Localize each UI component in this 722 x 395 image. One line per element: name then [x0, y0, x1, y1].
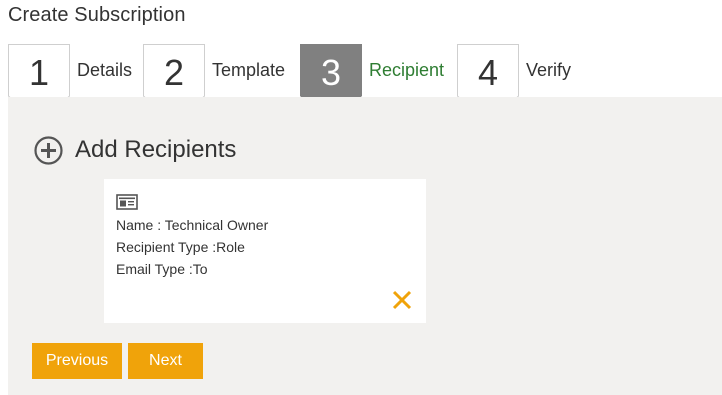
next-button[interactable]: Next: [128, 343, 203, 379]
step-label-template: Template: [212, 60, 286, 80]
step-number: 4: [477, 52, 499, 93]
page-title: Create Subscription: [8, 4, 186, 26]
step-label-recipient: Recipient: [369, 60, 445, 80]
step-label-verify: Verify: [526, 60, 572, 80]
step-label-details: Details: [77, 60, 133, 80]
recipient-card: Name : Technical Owner Recipient Type :R…: [104, 179, 426, 323]
step-number: 1: [28, 52, 50, 93]
step-number: 3: [320, 52, 342, 93]
recipient-email-type: Email Type :To: [116, 261, 208, 277]
recipient-panel: Add Recipients Name : Technical Owner Re…: [8, 97, 722, 395]
recipient-type: Recipient Type :Role: [116, 239, 245, 255]
close-icon[interactable]: [391, 289, 413, 311]
add-recipients-label: Add Recipients: [75, 136, 237, 163]
plus-circle-icon: [34, 135, 63, 165]
contact-card-icon: [116, 194, 138, 210]
recipient-name: Name : Technical Owner: [116, 217, 269, 233]
previous-button[interactable]: Previous: [32, 343, 122, 379]
step-number: 2: [163, 52, 185, 93]
add-recipients-button[interactable]: Add Recipients: [34, 135, 236, 165]
